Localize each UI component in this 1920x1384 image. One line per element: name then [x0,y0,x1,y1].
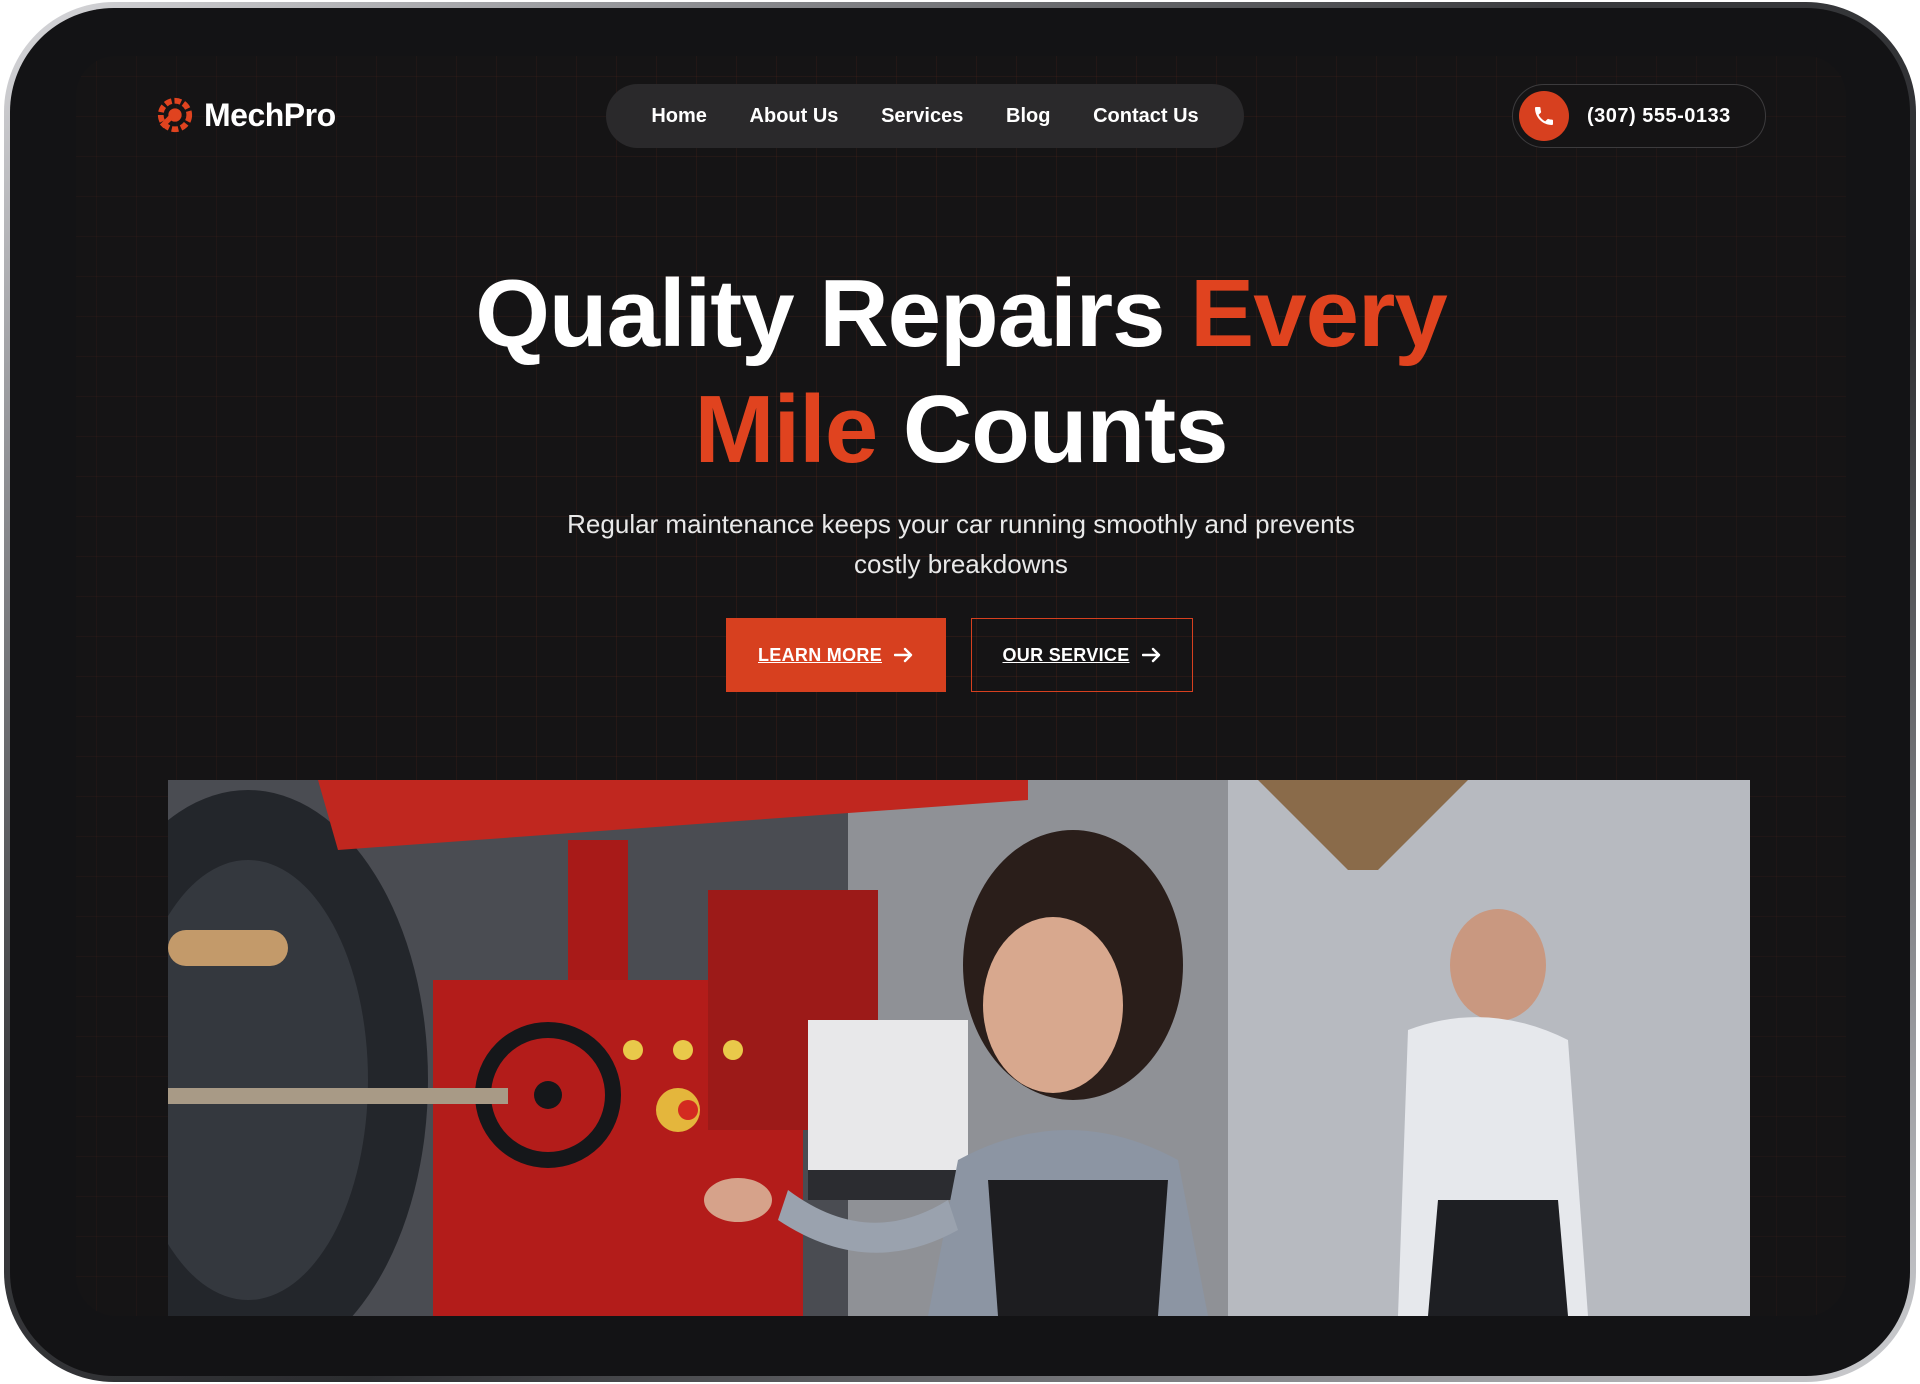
brand-name: MechPro [204,96,336,133]
main-nav: Home About Us Services Blog Contact Us [606,84,1244,148]
phone-contact-button[interactable]: (307) 555-0133 [1512,84,1766,148]
hero-workshop-photo [168,780,1750,1316]
nav-blog[interactable]: Blog [1006,105,1050,128]
brand-logo[interactable]: MechPro [156,96,336,134]
hero-title-line1-white: Quality Repairs [475,260,1191,367]
arrow-right-icon [894,647,913,663]
learn-more-button[interactable]: LEARN MORE [726,618,946,692]
hero-title-line2-accent: Mile [694,376,879,483]
arrow-right-icon [1141,647,1160,663]
nav-home[interactable]: Home [651,105,707,128]
learn-more-label: LEARN MORE [758,644,882,665]
gear-logo-icon [157,97,193,133]
hero-subtitle: Regular maintenance keeps your car runni… [567,509,1355,579]
workshop-illustration [168,780,1750,1316]
hero-title-line1-accent: Every [1190,260,1448,367]
nav-services[interactable]: Services [881,105,963,128]
hero-title: Quality Repairs Every Mile Counts [76,256,1846,488]
hero-title-line2-white: Counts [877,376,1229,483]
phone-icon-badge [1519,91,1569,141]
our-service-label: OUR SERVICE [1002,644,1130,665]
phone-number: (307) 555-0133 [1587,104,1731,127]
our-service-button[interactable]: OUR SERVICE [971,618,1193,692]
nav-about-us[interactable]: About Us [750,105,839,128]
website-screen: MechPro Home About Us Services Blog Cont… [76,56,1846,1316]
phone-icon [1535,107,1553,125]
nav-contact-us[interactable]: Contact Us [1093,105,1199,128]
